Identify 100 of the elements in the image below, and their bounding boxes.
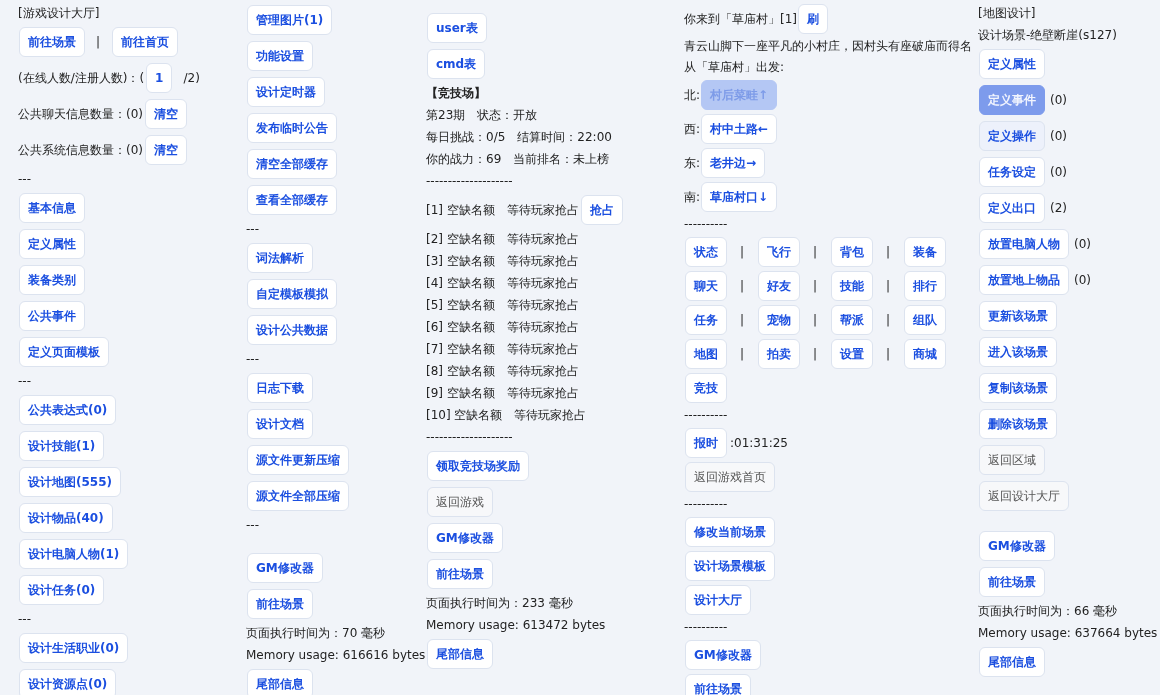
link-button[interactable]: 背包 bbox=[831, 237, 874, 267]
link-button[interactable]: 功能设置 bbox=[247, 41, 313, 71]
link-button[interactable]: 基本信息 bbox=[19, 193, 85, 223]
link-button[interactable]: 源文件更新压缩 bbox=[247, 445, 349, 475]
link-button[interactable]: 地图 bbox=[685, 339, 727, 369]
link-button[interactable]: 设计技能(1) bbox=[19, 431, 105, 461]
info-text: 西: bbox=[684, 120, 701, 138]
link-button[interactable]: 宠物 bbox=[758, 305, 801, 335]
info-text: [4] 空缺名额 等待玩家抢占 bbox=[426, 274, 579, 292]
link-button[interactable]: 任务 bbox=[685, 305, 727, 335]
link-button[interactable]: 清空全部缓存 bbox=[247, 149, 337, 179]
link-button[interactable]: 装备类别 bbox=[19, 265, 85, 295]
link-button[interactable]: 设计定时器 bbox=[247, 77, 325, 107]
link-button[interactable]: 前往首页 bbox=[112, 27, 179, 57]
link-button[interactable]: 设计物品(40) bbox=[19, 503, 113, 533]
link-button[interactable]: 前往场景 bbox=[979, 567, 1045, 597]
link-button[interactable]: 进入该场景 bbox=[979, 337, 1057, 367]
link-button[interactable]: 更新该场景 bbox=[979, 301, 1057, 331]
link-button[interactable]: 前往场景 bbox=[685, 674, 751, 695]
link-button[interactable]: 好友 bbox=[758, 271, 801, 301]
link-button[interactable]: 词法解析 bbox=[247, 243, 313, 273]
link-button[interactable]: 领取竞技场奖励 bbox=[427, 451, 529, 481]
link-button[interactable]: 尾部信息 bbox=[427, 639, 493, 669]
link-button[interactable]: 定义操作 bbox=[979, 121, 1045, 151]
link-button[interactable]: 报时 bbox=[685, 428, 727, 458]
link-button[interactable]: 管理图片(1) bbox=[247, 5, 333, 35]
info-text: | bbox=[813, 277, 818, 295]
link-button[interactable]: 放置电脑人物 bbox=[979, 229, 1069, 259]
link-button[interactable]: 放置地上物品 bbox=[979, 265, 1069, 295]
link-button[interactable]: 公共表达式(0) bbox=[19, 395, 117, 425]
link-button[interactable]: 定义出口 bbox=[979, 193, 1045, 223]
link-button[interactable]: 竞技 bbox=[685, 373, 727, 403]
link-button[interactable]: 抢占 bbox=[580, 195, 623, 225]
link-button[interactable]: cmd表 bbox=[427, 49, 486, 79]
info-text: ---------- bbox=[684, 216, 728, 233]
link-button[interactable]: 前往场景 bbox=[19, 27, 85, 57]
link-button[interactable]: GM修改器 bbox=[979, 531, 1055, 561]
link-button[interactable]: 村中土路← bbox=[701, 114, 778, 144]
link-button[interactable]: 设计任务(0) bbox=[19, 575, 105, 605]
link-button[interactable]: 日志下载 bbox=[247, 373, 313, 403]
link-button[interactable]: 修改当前场景 bbox=[685, 517, 775, 547]
back-button[interactable]: 返回区域 bbox=[979, 445, 1045, 475]
back-button[interactable]: 返回设计大厅 bbox=[979, 481, 1069, 511]
link-button[interactable]: 排行 bbox=[904, 271, 947, 301]
link-button[interactable]: 状态 bbox=[685, 237, 727, 267]
link-button[interactable]: user表 bbox=[427, 13, 487, 43]
link-button[interactable]: 定义属性 bbox=[979, 49, 1045, 79]
link-button[interactable]: 自定模板模拟 bbox=[247, 279, 337, 309]
link-button[interactable]: 任务设定 bbox=[979, 157, 1045, 187]
link-button[interactable]: 组队 bbox=[904, 305, 947, 335]
link-button[interactable]: 定义页面模板 bbox=[19, 337, 109, 367]
info-text: | bbox=[886, 311, 891, 329]
info-text: | bbox=[813, 311, 818, 329]
link-button[interactable]: 设置 bbox=[831, 339, 874, 369]
info-text: | bbox=[886, 243, 891, 261]
back-button[interactable]: 返回游戏 bbox=[427, 487, 493, 517]
link-button[interactable]: 拍卖 bbox=[758, 339, 801, 369]
link-button[interactable]: GM修改器 bbox=[427, 523, 503, 553]
link-button[interactable]: 清空 bbox=[145, 99, 187, 129]
link-button[interactable]: GM修改器 bbox=[247, 553, 323, 583]
info-text: | bbox=[740, 311, 745, 329]
info-text: (0) bbox=[1050, 127, 1067, 145]
info-text: [游戏设计大厅] bbox=[18, 4, 100, 22]
link-button[interactable]: 装备 bbox=[904, 237, 947, 267]
link-button[interactable]: 发布临时公告 bbox=[247, 113, 337, 143]
link-button[interactable]: 技能 bbox=[831, 271, 874, 301]
link-button[interactable]: 源文件全部压缩 bbox=[247, 481, 349, 511]
link-button[interactable]: 设计场景模板 bbox=[685, 551, 775, 581]
link-button[interactable]: 尾部信息 bbox=[247, 669, 313, 695]
link-button[interactable]: 公共事件 bbox=[19, 301, 85, 331]
link-button[interactable]: 设计公共数据 bbox=[247, 315, 337, 345]
link-button[interactable]: 设计生活职业(0) bbox=[19, 633, 129, 663]
link-button[interactable]: 设计资源点(0) bbox=[19, 669, 117, 695]
link-button[interactable]: 设计电脑人物(1) bbox=[19, 539, 129, 569]
back-button[interactable]: 返回游戏首页 bbox=[685, 462, 775, 492]
link-button[interactable]: 飞行 bbox=[758, 237, 801, 267]
link-button[interactable]: 前往场景 bbox=[247, 589, 313, 619]
link-button[interactable]: 帮派 bbox=[831, 305, 874, 335]
info-text: -------------------- bbox=[426, 172, 513, 190]
link-button[interactable]: 复制该场景 bbox=[979, 373, 1057, 403]
link-button[interactable]: 删除该场景 bbox=[979, 409, 1057, 439]
link-button[interactable]: 清空 bbox=[145, 135, 187, 165]
link-button[interactable]: 设计大厅 bbox=[685, 585, 751, 615]
link-button[interactable]: 商城 bbox=[904, 339, 947, 369]
link-button[interactable]: 老井边→ bbox=[701, 148, 766, 178]
link-button[interactable]: 1 bbox=[146, 63, 173, 93]
link-button[interactable]: 刷 bbox=[798, 4, 828, 34]
link-button[interactable]: 尾部信息 bbox=[979, 647, 1045, 677]
info-text: 东: bbox=[684, 154, 701, 172]
link-button[interactable]: 草庙村口↓ bbox=[701, 182, 778, 212]
link-button[interactable]: 设计地图(555) bbox=[19, 467, 122, 497]
link-button[interactable]: 前往场景 bbox=[427, 559, 493, 589]
link-button[interactable]: 设计文档 bbox=[247, 409, 313, 439]
link-button[interactable]: 定义属性 bbox=[19, 229, 85, 259]
link-button[interactable]: GM修改器 bbox=[685, 640, 761, 670]
link-button[interactable]: 聊天 bbox=[685, 271, 727, 301]
info-text: 南: bbox=[684, 188, 701, 206]
info-text: /2) bbox=[183, 69, 200, 87]
info-text: [7] 空缺名额 等待玩家抢占 bbox=[426, 340, 579, 358]
link-button[interactable]: 查看全部缓存 bbox=[247, 185, 337, 215]
